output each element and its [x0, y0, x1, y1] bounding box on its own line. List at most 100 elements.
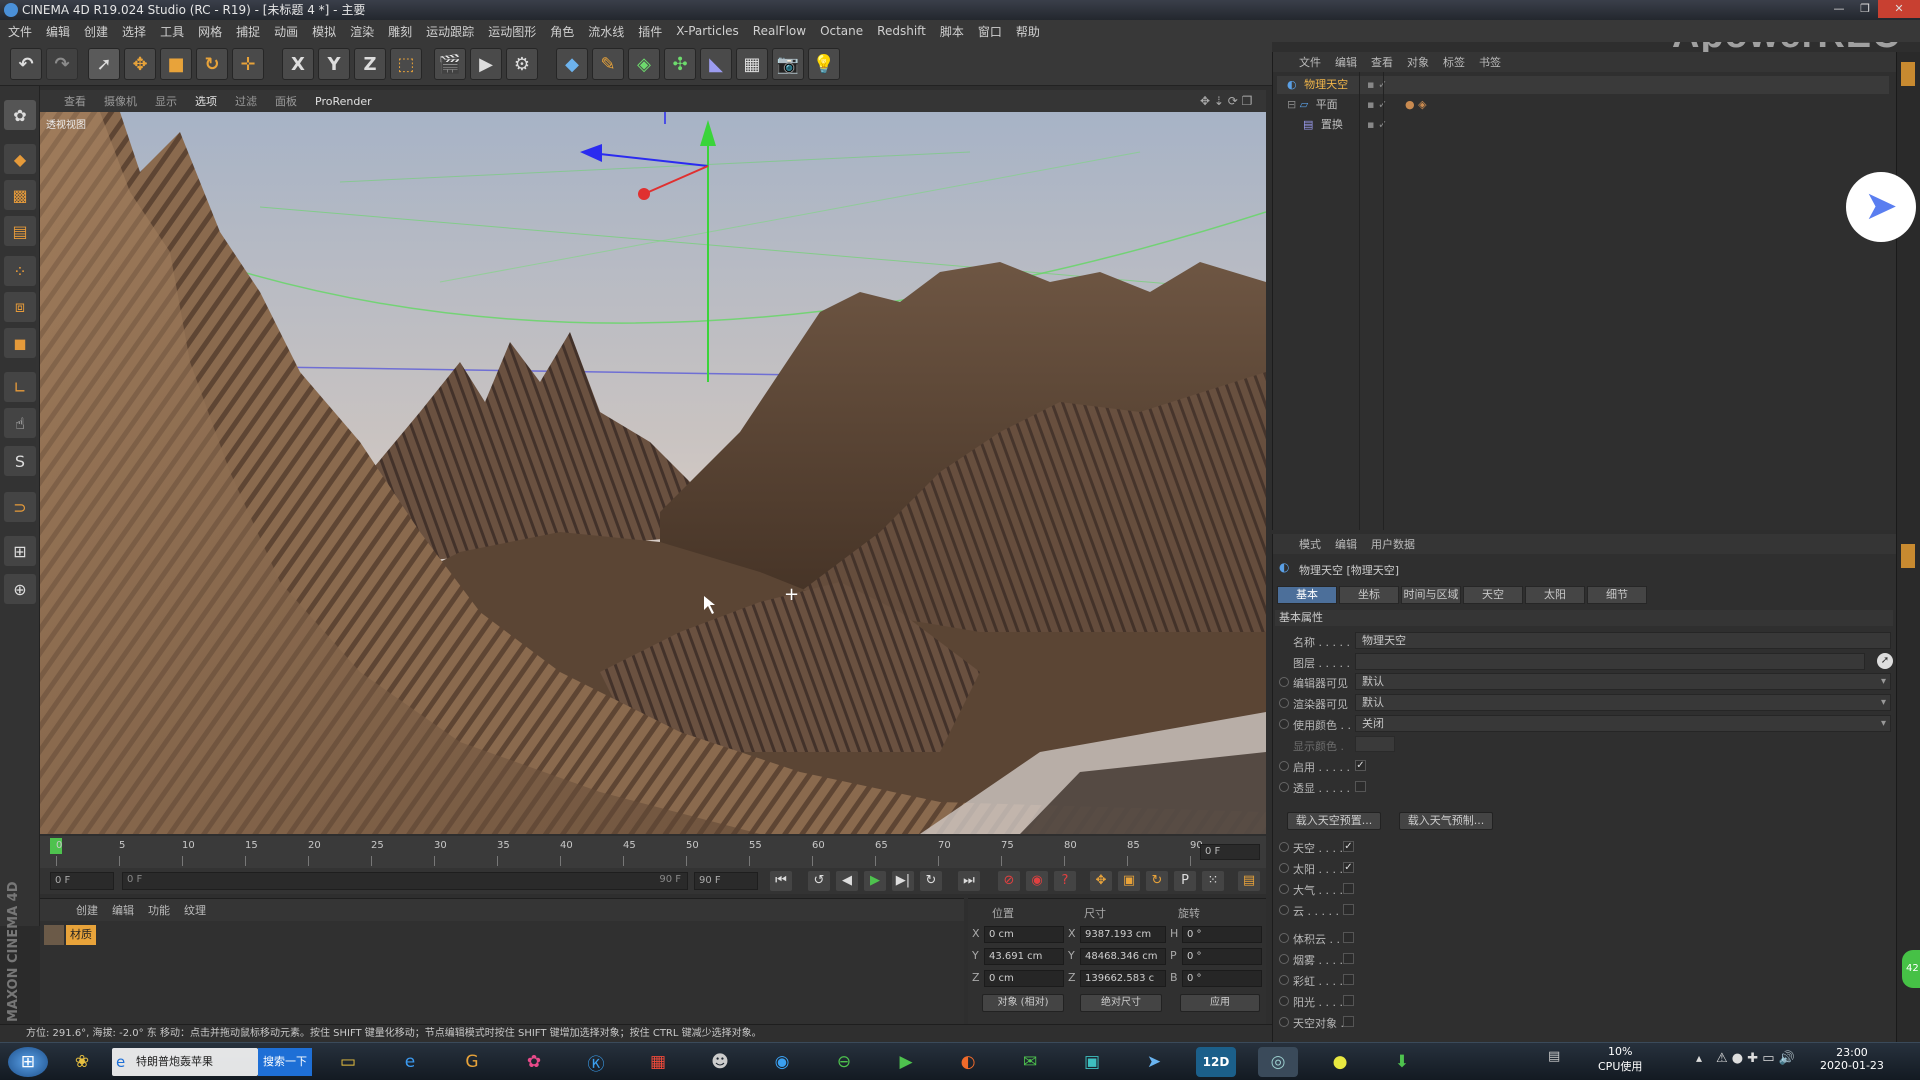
editor-visible-dropdown[interactable]: 默认 — [1355, 673, 1891, 690]
menu-item[interactable]: 模拟 — [312, 23, 336, 40]
start-button-icon[interactable]: ⊞ — [8, 1047, 48, 1077]
menu-item[interactable]: 角色 — [550, 23, 574, 40]
object-mode-dropdown[interactable]: 对象 (相对) — [982, 994, 1064, 1012]
use-color-radio[interactable] — [1279, 719, 1289, 729]
material-menu-item[interactable]: 功能 — [148, 902, 170, 918]
viewport-menu-item[interactable]: 摄像机 — [104, 93, 137, 109]
load-sky-preset-button[interactable]: 载入天空预置... — [1287, 812, 1381, 830]
prorender-menu[interactable]: ProRender — [315, 95, 372, 108]
record-keys-button[interactable]: ⊘ — [998, 871, 1020, 891]
object-menu-item[interactable]: 标签 — [1443, 54, 1465, 70]
attribute-tab[interactable]: 太阳 — [1525, 586, 1585, 604]
side-tab-attributes[interactable] — [1901, 544, 1915, 568]
option-checkbox[interactable] — [1343, 883, 1354, 894]
object-row-displacer[interactable]: ▤ 置换 ▪ ✓ — [1277, 116, 1889, 134]
floor-object-button[interactable]: ▦ — [736, 48, 768, 80]
option-radio[interactable] — [1279, 863, 1289, 873]
display-color-swatch[interactable] — [1355, 736, 1395, 752]
pos-z-field[interactable]: 0 cm — [984, 970, 1064, 987]
internet-explorer-icon[interactable]: e — [390, 1047, 430, 1077]
menu-item[interactable]: 渲染 — [350, 23, 374, 40]
magnet-icon[interactable]: ⊃ — [4, 492, 36, 522]
render-settings-button[interactable]: ⚙ — [506, 48, 538, 80]
app-qq-browser-icon[interactable]: ◉ — [762, 1047, 802, 1077]
floating-bird-widget-icon[interactable]: ➤ — [1846, 172, 1916, 242]
workplane-mode-icon[interactable]: ▤ — [4, 216, 36, 246]
material-menu-item[interactable]: 创建 — [76, 902, 98, 918]
perspective-viewport[interactable]: + 透视视图 — [40, 112, 1266, 834]
search-button[interactable]: 搜索一下 — [258, 1048, 312, 1076]
material-menu-item[interactable]: 编辑 — [112, 902, 134, 918]
key-rotation-button[interactable]: ↻ — [1146, 871, 1168, 891]
option-radio[interactable] — [1279, 1017, 1289, 1027]
end-frame-field[interactable]: 90 F — [694, 872, 758, 890]
camera-object-button[interactable]: 📷 — [772, 48, 804, 80]
redo-button[interactable]: ↷ — [46, 48, 78, 80]
render-picture-viewer-button[interactable]: ▶ — [470, 48, 502, 80]
expand-icon[interactable]: ⊟ — [1287, 98, 1296, 111]
file-explorer-icon[interactable]: ▭ — [328, 1047, 368, 1077]
auto-key-button[interactable]: ◉ — [1026, 871, 1048, 891]
attribute-tab[interactable]: 基本 — [1277, 586, 1337, 604]
start-frame-field[interactable]: 0 F — [50, 872, 114, 890]
edges-mode-icon[interactable]: ⧈ — [4, 292, 36, 322]
menu-item[interactable]: Redshift — [877, 24, 926, 38]
planar-workplane-icon[interactable]: ⊕ — [4, 574, 36, 604]
timeline-window-button[interactable]: ▤ — [1238, 871, 1260, 891]
menu-item[interactable]: 文件 — [8, 23, 32, 40]
editor-visible-radio[interactable] — [1279, 677, 1289, 687]
rotate-tool-button[interactable]: ↻ — [196, 48, 228, 80]
option-radio[interactable] — [1279, 884, 1289, 894]
attribute-menu-item[interactable]: 编辑 — [1335, 536, 1357, 552]
viewport-menu-item[interactable]: 面板 — [275, 93, 297, 109]
attribute-tab[interactable]: 细节 — [1587, 586, 1647, 604]
option-radio[interactable] — [1279, 933, 1289, 943]
live-select-button[interactable]: ✛ — [232, 48, 264, 80]
object-menu-item[interactable]: 查看 — [1371, 54, 1393, 70]
previous-frame-button[interactable]: ◀ — [836, 871, 858, 891]
viewport-menu-item[interactable]: 选项 — [195, 93, 217, 109]
pos-y-field[interactable]: 43.691 cm — [984, 948, 1064, 965]
coordinate-system-button[interactable]: ⬚ — [390, 48, 422, 80]
layer-field[interactable] — [1355, 653, 1865, 670]
size-x-field[interactable]: 9387.193 cm — [1080, 926, 1166, 943]
object-menu-item[interactable]: 文件 — [1299, 54, 1321, 70]
render-view-button[interactable]: 🎬 — [434, 48, 466, 80]
attribute-tab[interactable]: 时间与区域 — [1401, 586, 1461, 604]
menu-item[interactable]: 帮助 — [1016, 23, 1040, 40]
material-name[interactable]: 材质 — [66, 925, 96, 945]
render-visible-radio[interactable] — [1279, 698, 1289, 708]
y-axis-lock-button[interactable]: Y — [318, 48, 350, 80]
object-row-physical-sky[interactable]: ◐ 物理天空 ▪ ✓ — [1277, 76, 1889, 94]
deformer-button[interactable]: ◣ — [700, 48, 732, 80]
model-mode-icon[interactable]: ◆ — [4, 144, 36, 174]
visibility-toggles[interactable]: ▪ ✓ — [1367, 76, 1387, 94]
menu-item[interactable]: 运动跟踪 — [426, 23, 474, 40]
attribute-menu-item[interactable]: 用户数据 — [1371, 536, 1415, 552]
app-video-player-icon[interactable]: ▶ — [886, 1047, 926, 1077]
render-visible-dropdown[interactable]: 默认 — [1355, 694, 1891, 711]
option-checkbox[interactable]: ✓ — [1343, 862, 1354, 873]
texture-mode-icon[interactable]: ▩ — [4, 180, 36, 210]
xray-checkbox[interactable] — [1355, 781, 1366, 792]
firefox-icon[interactable]: ◐ — [948, 1047, 988, 1077]
menu-item[interactable]: 捕捉 — [236, 23, 260, 40]
go-to-start-button[interactable]: ⏮ — [770, 871, 792, 891]
side-tab-objects[interactable] — [1901, 62, 1915, 86]
viewport-menu-item[interactable]: 过滤 — [235, 93, 257, 109]
snap-icon[interactable]: S — [4, 446, 36, 476]
apply-button[interactable]: 应用 — [1180, 994, 1260, 1012]
subdivision-surface-button[interactable]: ◈ — [628, 48, 660, 80]
current-frame-field[interactable]: 0 F — [1200, 844, 1260, 860]
app-monitor-icon[interactable]: ▣ — [1072, 1047, 1112, 1077]
app-g-icon[interactable]: G — [452, 1047, 492, 1077]
enable-radio[interactable] — [1279, 761, 1289, 771]
menu-item[interactable]: 网格 — [198, 23, 222, 40]
material-thumbnail[interactable] — [44, 925, 64, 945]
object-row-plane[interactable]: ⊟ ▱ 平面 ▪ ✓ ● ◈ — [1277, 96, 1889, 114]
load-weather-preset-button[interactable]: 载入天气预制... — [1399, 812, 1493, 830]
keyframe-selection-button[interactable]: ? — [1054, 871, 1076, 891]
key-pla-button[interactable]: ⁙ — [1202, 871, 1224, 891]
lock-workplane-icon[interactable]: ⊞ — [4, 536, 36, 566]
frame-range-slider[interactable]: 0 F 90 F — [122, 872, 688, 890]
